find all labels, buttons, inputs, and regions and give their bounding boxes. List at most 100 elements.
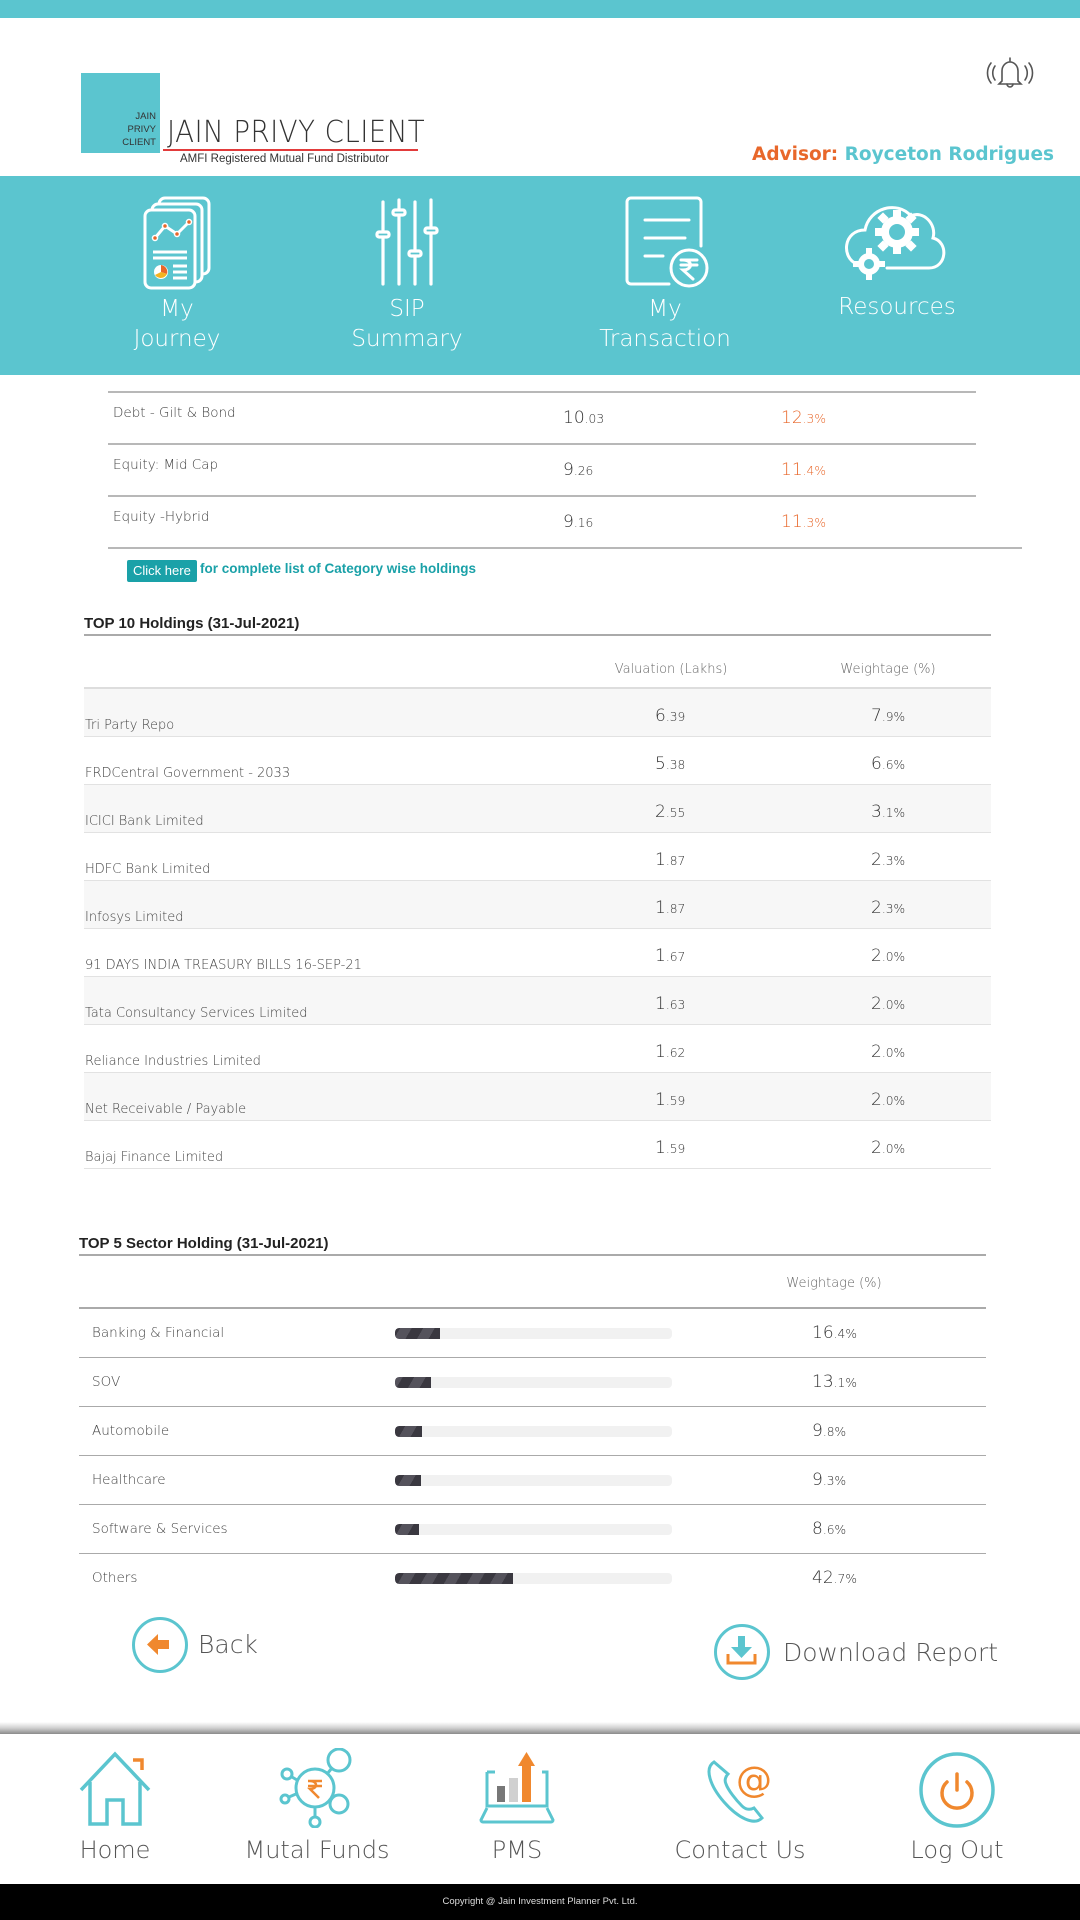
value-int: 6 [655, 706, 666, 726]
value-int: 9 [563, 512, 574, 532]
nav-label-line: Transaction [599, 326, 731, 352]
nav-label-line: My [160, 296, 194, 322]
sector-name: Software & Services [92, 1521, 228, 1537]
nav-sip-summary[interactable]: SIP Summary [307, 176, 507, 375]
sector-progress-bar [395, 1573, 672, 1584]
value-dec: .87 [665, 854, 686, 868]
pct-int: 8 [812, 1519, 823, 1539]
bottom-nav-label: Log Out [910, 1836, 1004, 1864]
category-holdings-link[interactable]: for complete list of Category wise holdi… [200, 561, 476, 576]
pct-dec: .1% [881, 806, 906, 820]
pct-dec: .0% [881, 1142, 906, 1156]
top-holdings-title: TOP 10 Holdings (31-Jul-2021) [84, 615, 300, 632]
value-int: 5 [655, 754, 666, 774]
pct-dec: .3% [881, 854, 906, 868]
pct-dec: .4% [833, 1327, 857, 1341]
holding-row: ICICI Bank Limited 2.55 3.1% [84, 785, 991, 833]
sector-row: SOV 13.1% [79, 1358, 986, 1407]
holding-row: HDFC Bank Limited 1.87 2.3% [84, 833, 991, 881]
sector-row: Banking & Financial 16.4% [79, 1309, 986, 1358]
nav-resources[interactable]: Resources [797, 176, 997, 375]
value-dec: .39 [665, 710, 686, 724]
holding-valuation: 5.38 [655, 754, 685, 774]
advisor-name: Royceton Rodrigues [844, 144, 1054, 165]
value-dec: .62 [665, 1046, 686, 1060]
category-name: Equity: Mid Cap [113, 457, 219, 473]
holding-name: Infosys Limited [85, 910, 184, 925]
holding-weightage: 6.6% [871, 754, 905, 774]
holding-weightage: 2.3% [871, 898, 905, 918]
sector-progress-bar [395, 1328, 672, 1339]
pct-dec: .0% [881, 1094, 906, 1108]
category-percent: 11.4% [781, 460, 826, 480]
home-icon [79, 1751, 151, 1826]
category-percent: 12.3% [781, 408, 826, 428]
holding-name: HDFC Bank Limited [85, 862, 211, 877]
pct-int: 16 [812, 1323, 834, 1343]
row-divider [108, 547, 1022, 549]
holding-row: Bajaj Finance Limited 1.59 2.0% [84, 1121, 991, 1169]
click-here-button[interactable]: Click here [127, 560, 197, 582]
value-dec: .59 [665, 1094, 686, 1108]
category-row: Debt - Gilt & Bond 10.03 12.3% [108, 392, 976, 444]
holding-row: FRDCentral Government - 2033 5.38 6.6% [84, 737, 991, 785]
download-report-label: Download Report [783, 1638, 999, 1667]
sector-weightage: 9.3% [812, 1470, 846, 1490]
sector-weightage: 16.4% [812, 1323, 857, 1343]
nav-label-line: Journey [133, 326, 221, 352]
nav-label-line: SIP [389, 296, 425, 322]
bottom-nav-log-out[interactable]: Log Out [857, 1734, 1057, 1884]
laptop-growth-icon [479, 1752, 555, 1824]
sector-weightage: 8.6% [812, 1519, 846, 1539]
bottom-nav-contact-us[interactable]: @ Contact Us [640, 1734, 840, 1884]
bottom-nav-pms[interactable]: PMS [417, 1734, 617, 1884]
advisor-info: Advisor: Royceton Rodrigues [752, 144, 1054, 165]
pct-int: 7 [871, 706, 882, 726]
pct-dec: .0% [881, 1046, 906, 1060]
sliders-icon [375, 198, 439, 286]
bell-ringing-icon[interactable] [985, 53, 1035, 93]
value-dec: .55 [665, 806, 686, 820]
category-name: Equity -Hybrid [113, 509, 210, 525]
holding-name: Net Receivable / Payable [85, 1102, 247, 1117]
holding-row: Reliance Industries Limited 1.62 2.0% [84, 1025, 991, 1073]
pct-int: 11 [781, 460, 803, 480]
holding-name: 91 DAYS INDIA TREASURY BILLS 16-SEP-21 [85, 958, 362, 973]
section-divider [79, 1254, 986, 1256]
value-int: 1 [655, 850, 666, 870]
pct-dec: .3% [802, 516, 826, 530]
holding-weightage: 2.0% [871, 946, 905, 966]
logo-mark-line: CLIENT [122, 137, 156, 148]
nav-my-transaction[interactable]: My Transaction [565, 176, 765, 375]
report-chart-icon [143, 196, 211, 290]
advisor-label: Advisor: [752, 144, 839, 165]
holding-valuation: 1.62 [655, 1042, 685, 1062]
pct-int: 2 [871, 946, 882, 966]
value-dec: .67 [665, 950, 686, 964]
category-value: 9.26 [563, 460, 593, 480]
sector-progress-bar [395, 1426, 672, 1437]
sector-row: Healthcare 9.3% [79, 1456, 986, 1505]
holding-weightage: 2.0% [871, 1090, 905, 1110]
bottom-nav-mutual-funds[interactable]: Mutal Funds [217, 1734, 417, 1884]
pct-int: 2 [871, 994, 882, 1014]
value-int: 1 [655, 946, 666, 966]
pct-dec: .9% [881, 710, 906, 724]
pct-int: 2 [871, 1090, 882, 1110]
copyright-text: Copyright @ Jain Investment Planner Pvt.… [442, 1896, 638, 1907]
category-percent: 11.3% [781, 512, 826, 532]
holding-name: Tata Consultancy Services Limited [85, 1006, 308, 1021]
sector-holdings-title: TOP 5 Sector Holding (31-Jul-2021) [79, 1235, 329, 1252]
value-int: 1 [655, 994, 666, 1014]
back-button[interactable]: Back [132, 1617, 282, 1677]
download-report-button[interactable]: Download Report [714, 1624, 1014, 1684]
pct-dec: .7% [833, 1572, 857, 1586]
pct-dec: .0% [881, 998, 906, 1012]
rupee-network-icon [279, 1748, 352, 1828]
bottom-nav-home[interactable]: Home [15, 1734, 215, 1884]
holding-valuation: 1.87 [655, 850, 685, 870]
holding-name: Reliance Industries Limited [85, 1054, 261, 1069]
category-value: 9.16 [563, 512, 593, 532]
nav-my-journey[interactable]: My Journey [77, 176, 277, 375]
holding-valuation: 1.67 [655, 946, 685, 966]
